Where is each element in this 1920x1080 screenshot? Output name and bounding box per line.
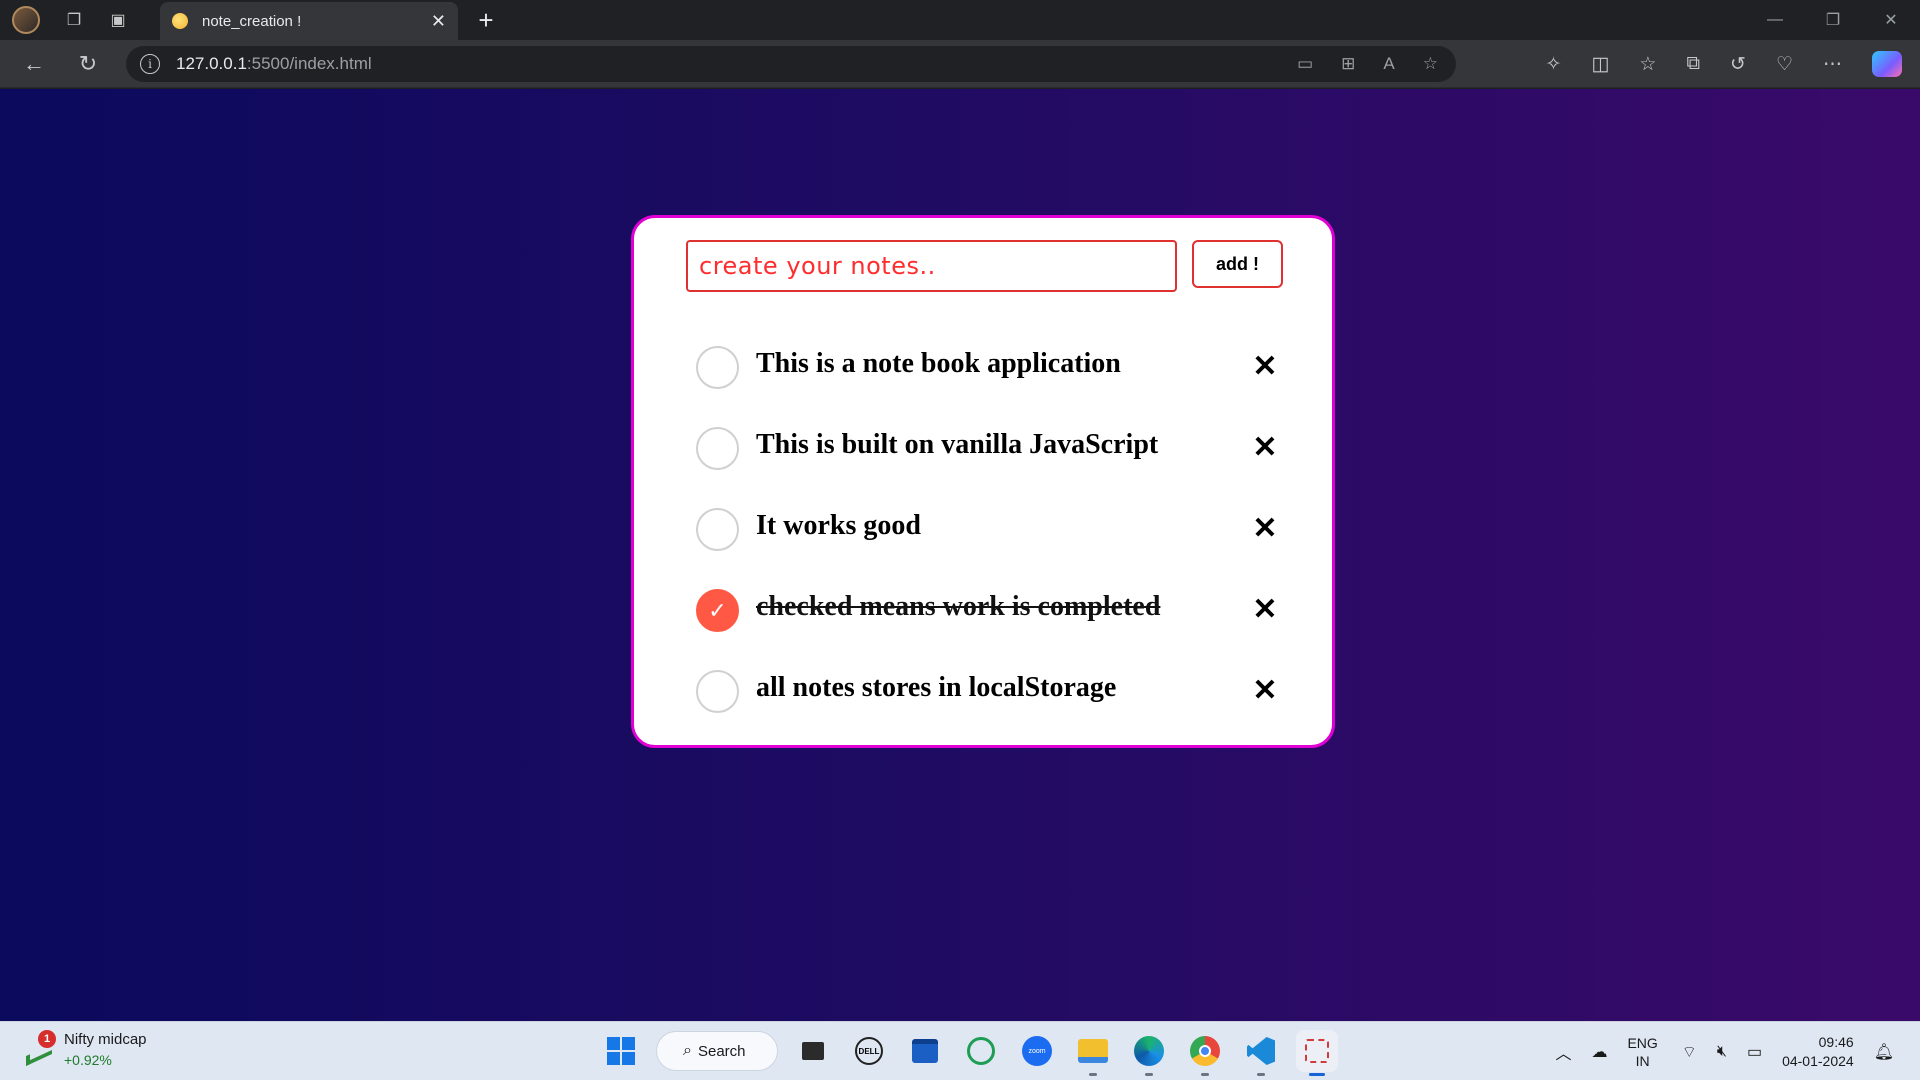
delete-x-icon[interactable]: ✕ [1247, 672, 1283, 708]
wifi-icon[interactable]: ⌔ [1682, 1042, 1697, 1062]
favorite-star-icon[interactable]: ☆ [1423, 54, 1438, 74]
stock-widget[interactable]: 1 Nifty midcap +0.92% [24, 1030, 147, 1070]
unchecked-circle-icon[interactable] [696, 427, 739, 470]
minimize-button[interactable]: — [1746, 0, 1804, 40]
back-button[interactable]: ← [12, 44, 56, 84]
extensions-icon[interactable]: ✧ [1546, 53, 1562, 76]
store-app-icon[interactable] [904, 1030, 946, 1072]
window-controls: — ❐ ✕ [1746, 0, 1920, 40]
history-icon[interactable]: ↺ [1730, 53, 1746, 76]
chrome-icon[interactable] [1184, 1030, 1226, 1076]
os-taskbar: 1 Nifty midcap +0.92% ⌕ Search DELL zoom… [0, 1021, 1920, 1080]
note-input[interactable]: create your notes.. [686, 240, 1177, 292]
delete-x-icon[interactable]: ✕ [1247, 591, 1283, 627]
whatsapp-icon[interactable] [960, 1030, 1002, 1072]
widget-value: +0.92% [64, 1052, 112, 1068]
toolbar-right-icons: ✧ ◫ ☆ ⧉ ↺ ♡ ⋯ [1546, 40, 1902, 88]
refresh-button[interactable]: ↻ [66, 44, 110, 84]
list-item[interactable]: It works good ✕ [696, 506, 1286, 587]
delete-x-icon[interactable]: ✕ [1247, 510, 1283, 546]
app-available-icon[interactable]: ▭ [1297, 54, 1313, 74]
unchecked-circle-icon[interactable] [696, 508, 739, 551]
profile-avatar[interactable] [12, 6, 40, 34]
note-text: all notes stores in localStorage [756, 672, 1117, 703]
site-info-icon[interactable]: i [140, 54, 160, 74]
snipping-tool-icon[interactable] [1296, 1030, 1338, 1076]
list-item[interactable]: This is built on vanilla JavaScript ✕ [696, 425, 1286, 506]
search-label: Search [697, 1042, 746, 1060]
system-tray: ︿ ☁ ENG IN ⌔ 🔇︎ ▭ 09:46 04-01-2024 🔔︎ [1555, 1022, 1920, 1080]
read-aloud-icon[interactable]: A [1383, 54, 1394, 74]
url-host: 127.0.0.1 [176, 54, 247, 73]
vscode-icon[interactable] [1240, 1030, 1282, 1076]
more-menu-icon[interactable]: ⋯ [1823, 53, 1842, 76]
unchecked-circle-icon[interactable] [696, 670, 739, 713]
lang-bottom: IN [1635, 1052, 1650, 1069]
tab-title: note_creation ! [202, 12, 302, 30]
file-explorer-icon[interactable] [1072, 1030, 1114, 1076]
dell-app-icon[interactable]: DELL [848, 1030, 890, 1072]
add-note-button[interactable]: add ! [1192, 240, 1283, 288]
windows-logo-icon [607, 1037, 635, 1065]
widget-title: Nifty midcap [64, 1031, 147, 1048]
clock-time: 09:46 [1818, 1033, 1854, 1050]
tab-favicon-icon [172, 13, 188, 29]
tab-active[interactable]: note_creation ! ✕ [160, 2, 458, 40]
search-icon: ⌕ [683, 1042, 692, 1059]
taskbar-apps: ⌕ Search DELL zoom [600, 1029, 1338, 1076]
list-item[interactable]: all notes stores in localStorage ✕ [696, 668, 1286, 749]
performance-icon[interactable]: ♡ [1776, 53, 1793, 76]
chart-up-icon: 1 [24, 1030, 58, 1067]
note-text: It works good [756, 510, 921, 541]
close-window-button[interactable]: ✕ [1862, 0, 1920, 40]
taskbar-search[interactable]: ⌕ Search [656, 1031, 778, 1071]
zoom-icon[interactable]: zoom [1016, 1030, 1058, 1072]
note-list: This is a note book application ✕ This i… [696, 344, 1286, 749]
address-bar[interactable]: i 127.0.0.1:5500/index.html ▭ ⊞ A ☆ [126, 46, 1456, 82]
chevron-up-icon[interactable]: ︿ [1555, 1040, 1571, 1064]
cloud-icon[interactable]: ☁ [1591, 1042, 1607, 1062]
delete-x-icon[interactable]: ✕ [1247, 429, 1283, 465]
new-tab-button[interactable]: + [466, 0, 506, 40]
restore-button[interactable]: ❐ [1804, 0, 1862, 40]
checked-circle-icon[interactable]: ✓ [696, 589, 739, 632]
address-bar-actions: ▭ ⊞ A ☆ [1297, 54, 1438, 74]
battery-icon[interactable]: ▭ [1747, 1042, 1762, 1062]
split-screen-icon[interactable]: ◫ [1591, 53, 1609, 76]
browser-titlebar: ❐ ▣ note_creation ! ✕ + — ❐ ✕ [0, 0, 1920, 40]
delete-x-icon[interactable]: ✕ [1247, 348, 1283, 384]
unchecked-circle-icon[interactable] [696, 346, 739, 389]
note-text: This is a note book application [756, 348, 1121, 379]
browser-toolbar: ← ↻ i 127.0.0.1:5500/index.html ▭ ⊞ A ☆ … [0, 40, 1920, 88]
start-button[interactable] [600, 1030, 642, 1072]
favorites-icon[interactable]: ☆ [1639, 53, 1656, 76]
clock[interactable]: 09:46 04-01-2024 [1782, 1033, 1854, 1071]
workspaces-icon[interactable]: ❐ [54, 0, 94, 40]
clock-date: 04-01-2024 [1782, 1052, 1854, 1069]
edge-browser-icon[interactable] [1128, 1030, 1170, 1076]
page-background: create your notes.. add ! This is a note… [0, 89, 1920, 1021]
tab-close-icon[interactable]: ✕ [431, 11, 446, 32]
immersive-reader-icon[interactable]: ⊞ [1341, 54, 1355, 74]
note-text: This is built on vanilla JavaScript [756, 429, 1159, 460]
note-text: checked means work is completed [756, 591, 1161, 622]
tab-actions-icon[interactable]: ▣ [98, 0, 138, 40]
volume-muted-icon[interactable]: 🔇︎ [1717, 1043, 1727, 1061]
collections-icon[interactable]: ⧉ [1686, 53, 1700, 75]
lang-top: ENG [1627, 1034, 1658, 1051]
notification-badge: 1 [38, 1030, 56, 1048]
task-view-icon[interactable] [792, 1030, 834, 1072]
list-item[interactable]: ✓ checked means work is completed ✕ [696, 587, 1286, 668]
notes-card: create your notes.. add ! This is a note… [631, 215, 1335, 748]
language-indicator[interactable]: ENG IN [1627, 1034, 1657, 1070]
list-item[interactable]: This is a note book application ✕ [696, 344, 1286, 425]
notification-bell-icon[interactable]: 🔔︎ [1874, 1042, 1894, 1062]
copilot-icon[interactable] [1872, 51, 1902, 77]
url-path: :5500/index.html [246, 54, 372, 73]
